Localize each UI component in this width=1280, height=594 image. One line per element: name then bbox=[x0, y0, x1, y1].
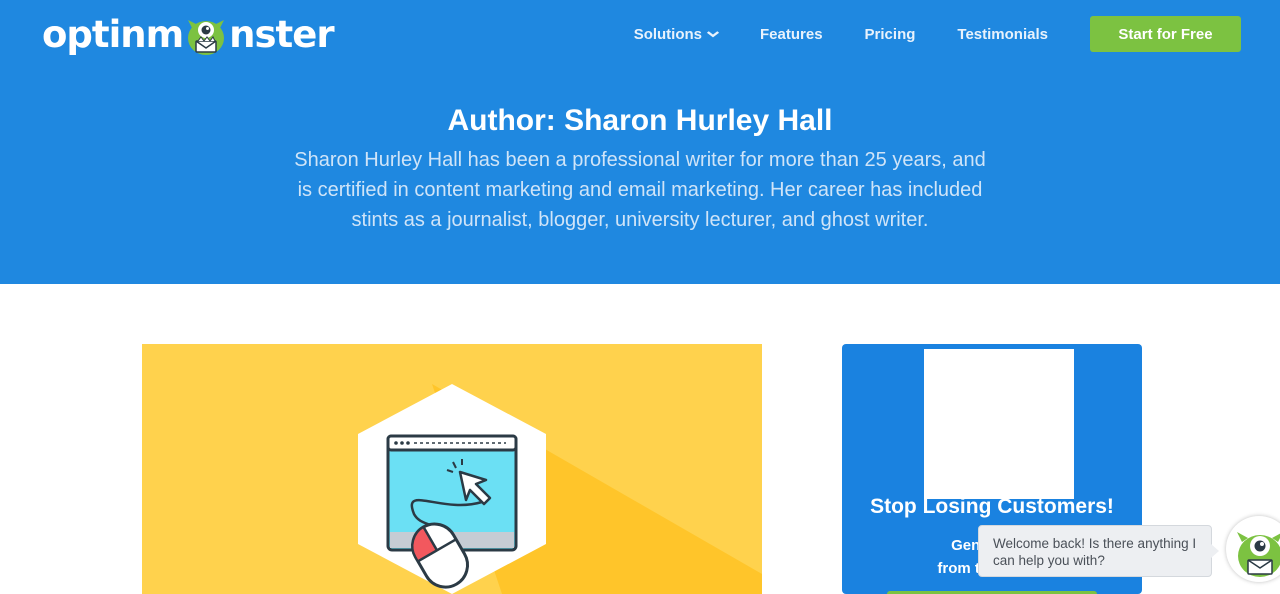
widget-title: Stop Losing Customers! bbox=[870, 495, 1114, 518]
author-bio-line: is certified in content marketing and em… bbox=[297, 179, 983, 201]
widget-image bbox=[924, 349, 1074, 499]
author-bio-line: Sharon Hurley Hall has been a profession… bbox=[294, 149, 986, 171]
nav-features-label: Features bbox=[760, 25, 823, 43]
browser-mouse-click-icon bbox=[358, 384, 762, 594]
nav-testimonials-label: Testimonials bbox=[957, 25, 1048, 43]
monster-mascot-icon bbox=[188, 20, 225, 55]
featured-image[interactable] bbox=[142, 344, 762, 594]
main-nav: Solutions Features Pricing Testimonials … bbox=[634, 16, 1241, 52]
nav-pricing[interactable]: Pricing bbox=[865, 26, 916, 43]
nav-features[interactable]: Features bbox=[760, 26, 823, 43]
chat-welcome-message[interactable]: Welcome back! Is there anything I can he… bbox=[978, 525, 1219, 577]
author-bio: Sharon Hurley Hall has been a profession… bbox=[260, 145, 1020, 235]
nav-pricing-label: Pricing bbox=[864, 25, 916, 43]
monster-mascot-icon bbox=[1237, 532, 1280, 577]
optinmonster-logo[interactable]: optinm nster bbox=[42, 10, 335, 58]
logo-text-left: optinm bbox=[42, 12, 184, 56]
start-for-free-button[interactable]: Start for Free bbox=[1090, 16, 1241, 52]
author-bio-line: stints as a journalist, blogger, univers… bbox=[351, 209, 929, 231]
nav-solutions[interactable]: Solutions bbox=[633, 25, 720, 43]
hero-header: optinm nster Solutions Features Pricing bbox=[0, 0, 1280, 284]
page-title: Author: Sharon Hurley Hall bbox=[447, 104, 833, 137]
nav-testimonials[interactable]: Testimonials bbox=[957, 26, 1048, 43]
chat-launcher-button[interactable] bbox=[1226, 516, 1280, 582]
chevron-down-icon bbox=[706, 30, 720, 37]
logo-text-right: nster bbox=[229, 12, 334, 56]
nav-solutions-label: Solutions bbox=[633, 25, 703, 43]
